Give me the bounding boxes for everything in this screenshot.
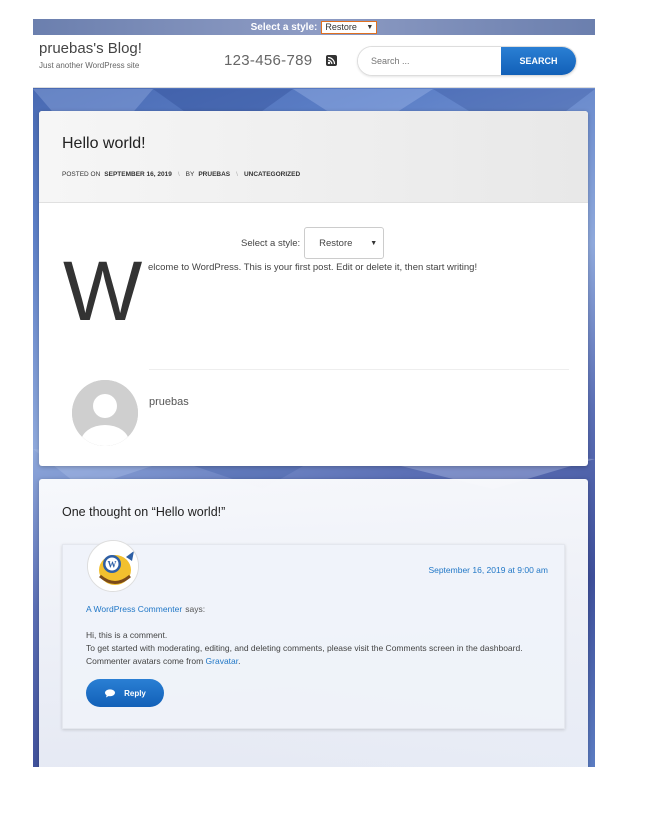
comment-line: To get started with moderating, editing,… [86,643,523,653]
post-date[interactable]: SEPTEMBER 16, 2019 [104,171,172,178]
comment-says: says: [185,604,206,614]
post-card: Hello world! POSTED ON SEPTEMBER 16, 201… [39,111,588,466]
phone-number: 123-456-789 [224,52,313,69]
svg-text:W: W [108,560,117,570]
search-button[interactable]: SEARCH [501,47,576,75]
post-style-value: Restore [319,237,353,249]
style-switcher-label: Select a style: [250,21,318,33]
style-switcher-select[interactable]: Restore ▼ [321,20,378,34]
style-switcher-value: Restore [325,22,357,32]
comment-item: W September 16, 2019 at 9:00 am A WordPr… [62,540,565,729]
reply-label: Reply [124,688,146,698]
comment-author-link[interactable]: A WordPress Commenter [86,604,182,614]
by-label: BY [185,171,195,178]
comment-text: Commenter avatars come from [86,656,204,666]
site-title[interactable]: pruebas's Blog! [39,40,142,57]
author-name: pruebas [149,396,189,408]
comment-line: Commenter avatars come from Gravatar. [86,655,523,668]
divider [149,369,569,370]
meta-separator: \ [177,171,180,178]
speech-bubble-icon [105,688,116,698]
post-author-link[interactable]: PRUEBAS [198,171,230,178]
page-frame: Select a style: Restore ▼ pruebas's Blog… [33,19,595,767]
author-avatar [72,380,138,446]
post-title[interactable]: Hello world! [62,135,146,153]
post-meta: POSTED ON SEPTEMBER 16, 2019 \ BY PRUEBA… [62,171,300,178]
chevron-down-icon: ▼ [366,23,374,31]
comments-section: One thought on “Hello world!” W Septembe… [39,479,588,767]
commenter-avatar: W [87,540,139,592]
post-content: elcome to WordPress. This is your first … [148,262,478,273]
site-tagline: Just another WordPress site [39,61,140,70]
post-style-select[interactable]: Restore ▼ [304,227,385,259]
comment-date-link[interactable]: September 16, 2019 at 9:00 am [428,565,548,575]
post-header: Hello world! POSTED ON SEPTEMBER 16, 201… [39,111,588,203]
site-header: pruebas's Blog! Just another WordPress s… [33,35,595,88]
gravatar-link[interactable]: Gravatar [206,656,239,666]
search-form: SEARCH [357,46,577,76]
post-category-link[interactable]: UNCATEGORIZED [244,171,300,178]
comment-body: Hi, this is a comment. To get started wi… [86,629,523,668]
reply-button[interactable]: Reply [86,679,164,707]
post-style-selector: Select a style: Restore ▼ [241,227,385,259]
style-switcher-bar: Select a style: Restore ▼ [33,19,595,35]
post-style-label: Select a style: [241,237,301,249]
drop-cap: W [63,244,143,338]
comments-title: One thought on “Hello world!” [62,505,226,519]
comment-text: . [238,656,241,666]
posted-on-label: POSTED ON [62,171,101,178]
comment-author: A WordPress Commenter says: [86,604,205,614]
search-input[interactable] [358,47,501,75]
meta-separator: \ [236,171,238,178]
comment-line: Hi, this is a comment. [86,630,168,640]
chevron-down-icon: ▼ [370,239,378,247]
rss-icon[interactable] [326,55,337,66]
